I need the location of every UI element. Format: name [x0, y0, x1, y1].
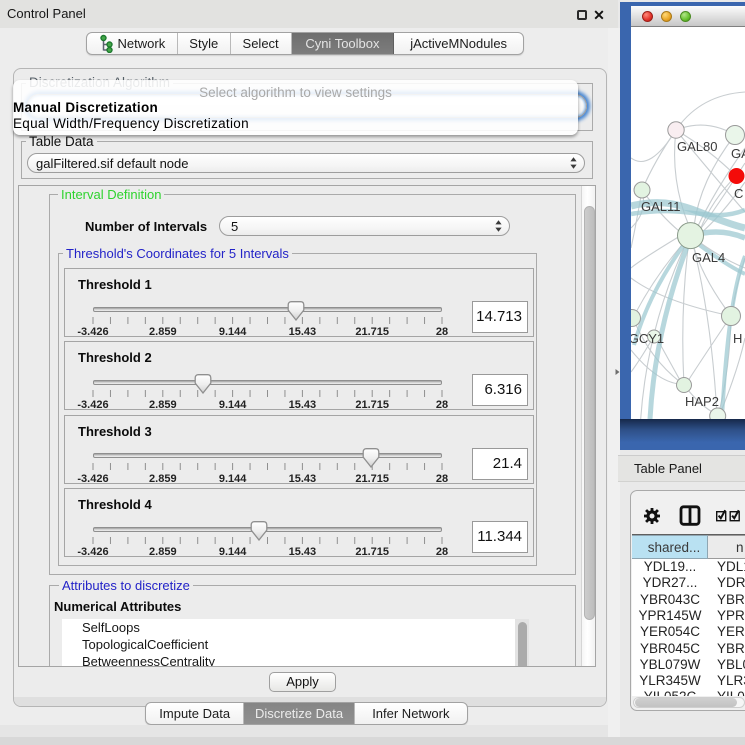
- svg-text:C: C: [734, 186, 743, 201]
- svg-text:HAP2: HAP2: [685, 394, 719, 409]
- svg-text:GCY1: GCY1: [631, 331, 664, 346]
- svg-text:GA: GA: [731, 146, 745, 161]
- svg-text:GAL4: GAL4: [692, 250, 725, 265]
- svg-text:GAL80: GAL80: [677, 139, 717, 154]
- svg-text:H: H: [733, 331, 742, 346]
- svg-text:GAL11: GAL11: [641, 199, 681, 214]
